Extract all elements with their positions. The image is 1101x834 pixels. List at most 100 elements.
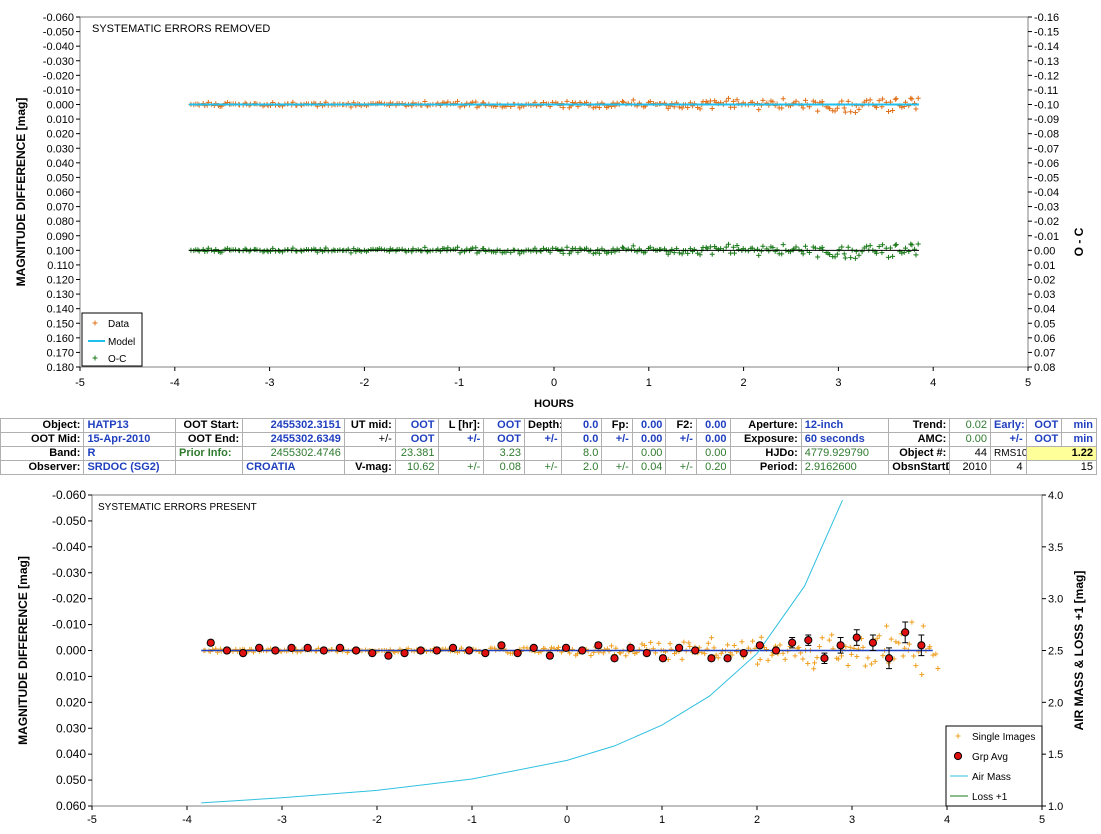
bottom-left-axis-title: MAGNITUDE DIFFERENCE [mag] (16, 556, 30, 745)
grp-avg-point (271, 646, 280, 655)
top-y-left-tick-label: 0.070 (46, 202, 74, 214)
top-y-left-tick-label: 0.110 (47, 260, 74, 272)
fp-value: 0.00 (631, 418, 667, 433)
trend-label: Trend: (888, 418, 951, 433)
prior-fp-pm-value: 0.04 (631, 460, 667, 475)
top-y-left-tick-label: 0.060 (46, 187, 74, 199)
top-y-left-tick-label: -0.060 (43, 12, 74, 24)
period-value: 2.9162600 (800, 460, 890, 475)
ut-mid-value: OOT (394, 418, 439, 433)
grp-avg-point (481, 648, 490, 658)
top-y-right-tick-label: -0.14 (1034, 41, 1059, 53)
prior-length-pm-label: +/- (437, 460, 485, 475)
band-value: R (83, 446, 177, 461)
fp-label: Fp: (601, 418, 633, 433)
grp-avg-point (788, 638, 797, 647)
prior-f2-pm-value: 0.20 (695, 460, 731, 475)
top-y-right-tick-label: -0.09 (1034, 114, 1059, 126)
top-y-right-tick-label: 0.03 (1034, 289, 1055, 301)
bottom-x-tick-label: 4 (944, 814, 950, 826)
legend-model-label: Model (108, 337, 135, 348)
grp-avg-point (497, 641, 506, 650)
f2-pm-value: 0.00 (695, 432, 731, 447)
grp-avg-point (465, 646, 474, 655)
oot-start-value: 2455302.3151 (242, 418, 345, 433)
grp-avg-point (448, 643, 458, 653)
top-y-left-tick-label: 0.150 (46, 318, 74, 330)
prior-depth-pm-value: 2.0 (560, 460, 603, 475)
bottom-y-left-tick-label: 0.060 (56, 799, 86, 813)
grp-avg-point (206, 638, 215, 647)
legend-single-label: Single Images (972, 732, 1035, 743)
amc-pm-value: OOT (1025, 432, 1063, 447)
bottom-x-tick-label: -5 (87, 814, 97, 826)
observer-label: Observer: (0, 460, 85, 475)
top-right-axis-title: O - C (1072, 227, 1086, 256)
exposure-label: Exposure: (729, 432, 802, 447)
grp-avg-point (368, 648, 377, 658)
grp-avg-point (707, 654, 716, 663)
grp-avg-point (852, 633, 861, 642)
prior-depth-pm-label: +/- (524, 460, 562, 475)
top-y-left-tick-label: 0.090 (46, 231, 74, 243)
bottom-y-left-tick-label: 0.020 (56, 695, 86, 709)
bottom-chart-label: SYSTEMATIC ERRORS PRESENT (98, 502, 257, 513)
top-y-right-tick-label: -0.08 (1034, 129, 1059, 141)
top-y-right-tick-label: 0.08 (1034, 362, 1055, 374)
grp-avg-point (319, 646, 328, 655)
top-plot-area (79, 16, 1029, 368)
obsn-start-date-label: ObsnStartDate: (888, 460, 951, 475)
grp-avg-point (642, 648, 651, 658)
top-x-tick-label: 3 (835, 377, 841, 389)
grp-avg-point (884, 654, 894, 663)
prior-info-value: 2455302.4746 (242, 446, 345, 461)
prior-f2-pm-label: +/- (665, 460, 697, 475)
grp-avg-point (529, 643, 538, 653)
vmag-label: V-mag: (343, 460, 396, 475)
prior-length-pm-value: 0.08 (483, 460, 526, 475)
top-y-right-tick-label: -0.04 (1034, 187, 1059, 199)
object-label: Object: (0, 418, 85, 433)
hjdo-label: HJDo: (729, 446, 802, 461)
top-x-tick-label: -3 (265, 377, 275, 389)
length-pm-value: OOT (483, 432, 526, 447)
grp-avg-point (771, 646, 781, 655)
grp-avg-point (626, 643, 635, 653)
band-label: Band: (0, 446, 85, 461)
grp-avg-point (739, 648, 748, 658)
top-y-right-tick-label: -0.12 (1034, 70, 1059, 82)
oot-mid-label: OOT Mid: (0, 432, 85, 447)
bottom-y-right-tick-label: 1.5 (1048, 749, 1063, 761)
vmag-value: 10.62 (394, 460, 439, 475)
legend-data-label: Data (108, 319, 130, 330)
top-y-left-tick-label: 0.030 (46, 143, 74, 155)
grp-avg-point (352, 646, 361, 655)
grp-avg-point (675, 643, 684, 653)
length-label: L [hr]: (437, 418, 485, 433)
top-y-right-tick-label: 0.02 (1034, 275, 1055, 287)
bottom-x-tick-label: 3 (849, 814, 855, 826)
top-y-left-tick-label: -0.010 (43, 85, 74, 97)
top-y-right-tick-label: -0.13 (1034, 56, 1059, 68)
top-x-tick-label: 4 (930, 377, 936, 389)
bottom-x-tick-label: -3 (277, 814, 287, 826)
depth-pm-label: +/- (524, 432, 562, 447)
exposure-value: 60 seconds (800, 432, 890, 447)
top-x-tick-label: -4 (170, 377, 180, 389)
grp-avg-point (238, 648, 248, 658)
bottom-legend: Single Images Grp Avg Air Mass Loss +1 (945, 725, 1043, 807)
top-chart-label: SYSTEMATIC ERRORS REMOVED (92, 23, 270, 35)
top-x-tick-label: 1 (646, 377, 652, 389)
amc-label: AMC: (888, 432, 951, 447)
bottom-y-right-tick-label: 2.0 (1048, 697, 1063, 709)
bottom-y-left-tick-label: 0.000 (56, 644, 86, 658)
grp-avg-point (901, 628, 910, 637)
f2-label: F2: (665, 418, 697, 433)
prior-length-value: 23.381 (394, 446, 439, 461)
early-unit: min (1061, 418, 1097, 433)
info-row-2: OOT Mid: 15-Apr-2010 OOT End: 2455302.63… (0, 432, 1097, 447)
legend-loss-label: Loss +1 (972, 792, 1008, 803)
prior-depth-value: 3.23 (483, 446, 526, 461)
ut-mid-pm-label: +/- (343, 432, 396, 447)
aperture-value: 12-inch (800, 418, 890, 433)
